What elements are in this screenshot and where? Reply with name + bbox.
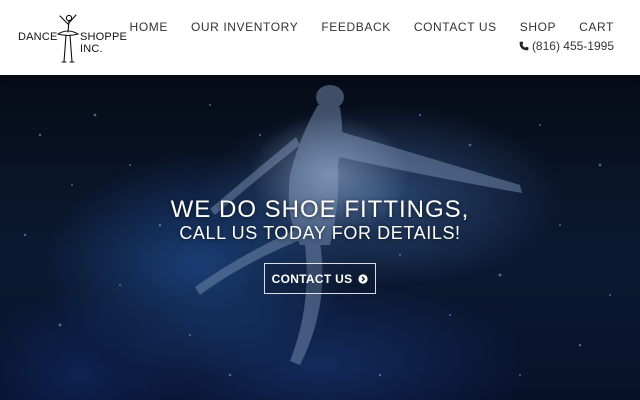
phone-link[interactable]: (816) 455-1995 (519, 39, 614, 53)
contact-us-button[interactable]: CONTACT US (264, 263, 376, 294)
main-nav: HOME OUR INVENTORY FEEDBACK CONTACT US S… (107, 20, 614, 34)
nav-contact-us[interactable]: CONTACT US (414, 20, 497, 34)
hero-banner: WE DO SHOE FITTINGS, CALL US TODAY FOR D… (0, 75, 640, 400)
phone-icon (519, 41, 529, 51)
hero-subheadline: CALL US TODAY FOR DETAILS! (179, 223, 461, 243)
nav-home[interactable]: HOME (130, 20, 168, 34)
nav-our-inventory[interactable]: OUR INVENTORY (191, 20, 298, 34)
contact-us-button-label: CONTACT US (271, 271, 353, 286)
chevron-right-circle-icon (358, 273, 368, 284)
nav-shop[interactable]: SHOP (520, 20, 556, 34)
hero-headline: WE DO SHOE FITTINGS, (170, 196, 470, 223)
nav-feedback[interactable]: FEEDBACK (321, 20, 390, 34)
site-header: DANCE SHOPPE INC. HOME OUR INVENTORY FEE… (0, 0, 640, 75)
phone-number: (816) 455-1995 (531, 39, 614, 53)
logo-text-shoppe: SHOPPE INC. (80, 31, 128, 55)
nav-cart[interactable]: CART (579, 20, 614, 34)
ballerina-logo-icon (56, 14, 80, 63)
